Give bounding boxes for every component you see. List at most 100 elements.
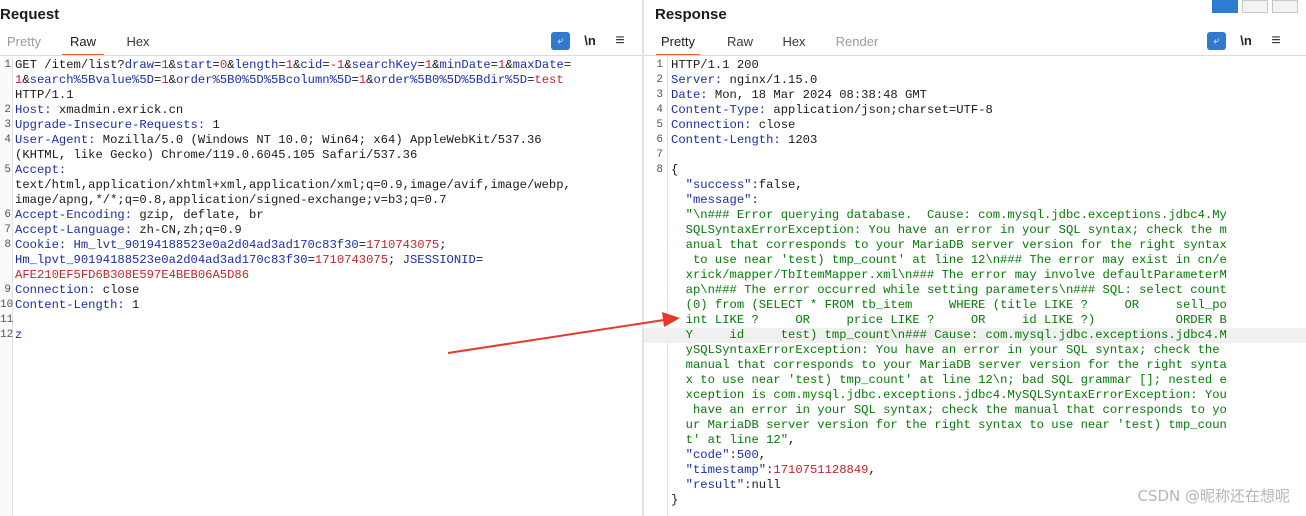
line-text: have an error in your SQL syntax; check …	[671, 403, 1227, 418]
tab-request-hex[interactable]: Hex	[120, 32, 156, 54]
code-token: Connection:	[15, 283, 103, 297]
wrap-lines-icon[interactable]: ⤶	[1207, 32, 1226, 50]
code-token: ap\n### The error occurred while setting…	[671, 283, 1227, 297]
tab-request-pretty[interactable]: Pretty	[4, 32, 44, 54]
code-token: Accept:	[15, 163, 67, 177]
code-token: =	[322, 58, 330, 72]
line-number: 4	[656, 104, 663, 116]
code-token: =	[278, 58, 286, 72]
code-token: &	[366, 73, 374, 87]
code-token: (KHTML, like Gecko) Chrome/119.0.6045.10…	[15, 148, 418, 162]
request-line: Hm_lpvt_90194188523e0a2d04ad3ad170c83f30…	[0, 253, 642, 268]
line-number: 12	[0, 329, 14, 341]
layout-split-icon[interactable]	[1212, 0, 1238, 13]
response-line: 3 Date: Mon, 18 Mar 2024 08:38:48 GMT	[644, 88, 1306, 103]
code-token: SQLSyntaxErrorException: You have an err…	[671, 223, 1227, 237]
request-line: 6 Accept-Encoding: gzip, deflate, br	[0, 208, 642, 223]
code-token: nginx/1.15.0	[729, 73, 818, 87]
code-token: Y id test) tmp_count\n### Cause: com.mys…	[671, 328, 1227, 342]
response-line: to use near 'test) tmp_count' at line 12…	[644, 253, 1306, 268]
code-token: Connection:	[671, 118, 759, 132]
response-line: "code":500,	[644, 448, 1306, 463]
tab-response-pretty[interactable]: Pretty	[656, 32, 700, 56]
response-menu-icon[interactable]: ≡	[1269, 32, 1283, 50]
line-text: Accept-Encoding: gzip, deflate, br	[15, 208, 264, 223]
code-token: xrick/mapper/TbItemMapper.xml\n### The e…	[671, 268, 1227, 282]
line-number: 7	[4, 224, 11, 236]
wrap-lines-icon[interactable]: ⤶	[551, 32, 570, 50]
code-token: Upgrade-Insecure-Requests:	[15, 118, 213, 132]
code-token: "success"	[671, 178, 752, 192]
line-text: {	[671, 163, 678, 178]
code-token: 1	[285, 58, 294, 72]
tab-response-hex[interactable]: Hex	[778, 32, 810, 54]
code-token: 1710743075	[314, 253, 389, 267]
response-line: SQLSyntaxErrorException: You have an err…	[644, 223, 1306, 238]
code-token: =	[475, 253, 484, 267]
response-line: 1 HTTP/1.1 200	[644, 58, 1306, 73]
code-token: AFE210EF5FD6B308E597E4BEB06A5D86	[15, 268, 250, 282]
code-token: "timestamp"	[671, 463, 767, 477]
line-number: 6	[4, 209, 11, 221]
request-lines: 1 GET /item/list?draw=1&start=0&length=1&…	[0, 58, 642, 343]
response-line: 7	[644, 148, 1306, 163]
line-text: z	[15, 328, 22, 343]
line-number: 5	[4, 164, 11, 176]
request-tabs: Pretty Raw Hex	[0, 32, 642, 56]
request-line: HTTP/1.1	[0, 88, 642, 103]
line-text: "code":500,	[671, 448, 767, 463]
line-text: }	[671, 493, 678, 508]
tab-response-raw[interactable]: Raw	[722, 32, 758, 54]
show-newlines-toggle[interactable]: \n	[1238, 32, 1254, 50]
code-token: ur MariaDB server version for the right …	[671, 418, 1227, 432]
code-token: HTTP/1.1 200	[671, 58, 759, 72]
request-editor[interactable]: 1 GET /item/list?draw=1&start=0&length=1&…	[0, 57, 642, 516]
line-number: 10	[0, 299, 14, 311]
response-line: (0) from (SELECT * FROM tb_item WHERE (t…	[644, 298, 1306, 313]
response-line: "success":false,	[644, 178, 1306, 193]
tab-request-raw[interactable]: Raw	[62, 32, 104, 56]
code-token: =	[351, 73, 359, 87]
code-token: &	[344, 58, 352, 72]
response-line: t' at line 12",	[644, 433, 1306, 448]
layout-horizontal-icon[interactable]	[1242, 0, 1268, 13]
line-text: "result":null	[671, 478, 781, 493]
code-token: &	[22, 73, 30, 87]
request-title: Request	[0, 6, 60, 23]
line-text: "message":	[671, 193, 759, 208]
code-token: Server:	[671, 73, 730, 87]
layout-toggle-group	[1212, 0, 1300, 14]
line-text: ap\n### The error occurred while setting…	[671, 283, 1227, 298]
line-number: 2	[656, 74, 663, 86]
code-token: ,	[758, 448, 767, 462]
code-token: &	[227, 58, 235, 72]
code-token: Cookie:	[15, 238, 74, 252]
code-token: 500	[736, 448, 759, 462]
layout-single-icon[interactable]	[1272, 0, 1298, 13]
line-text: 1&search%5Bvalue%5D=1&order%5B0%5D%5Bcol…	[15, 73, 564, 88]
tab-response-render[interactable]: Render	[832, 32, 882, 54]
request-line: 1&search%5Bvalue%5D=1&order%5B0%5D%5Bcol…	[0, 73, 642, 88]
line-text: to use near 'test) tmp_count' at line 12…	[671, 253, 1227, 268]
line-text: User-Agent: Mozilla/5.0 (Windows NT 10.0…	[15, 133, 542, 148]
response-line: "timestamp":1710751128849,	[644, 463, 1306, 478]
line-text: GET /item/list?draw=1&start=0&length=1&c…	[15, 58, 571, 73]
code-token: Content-Length:	[671, 133, 789, 147]
code-token: maxDate	[512, 58, 564, 72]
code-token: xmadmin.exrick.cn	[58, 103, 184, 117]
show-newlines-toggle[interactable]: \n	[582, 32, 598, 50]
request-line: 8 Cookie: Hm_lvt_90194188523e0a2d04ad3ad1…	[0, 238, 642, 253]
response-line: x to use near 'test) tmp_count' at line …	[644, 373, 1306, 388]
line-number: 1	[4, 59, 11, 71]
code-token: have an error in your SQL syntax; check …	[671, 403, 1227, 417]
response-lines: 1 HTTP/1.1 200 2 Server: nginx/1.15.0 3 Date:…	[644, 58, 1306, 508]
code-token: =	[358, 238, 367, 252]
code-token: z	[15, 328, 23, 342]
code-token: test	[534, 73, 564, 87]
response-editor[interactable]: 1 HTTP/1.1 200 2 Server: nginx/1.15.0 3 Date:…	[644, 57, 1306, 516]
response-line: xception is com.mysql.jdbc.exceptions.jd…	[644, 388, 1306, 403]
code-token: t' at line 12"	[671, 433, 789, 447]
request-menu-icon[interactable]: ≡	[613, 32, 627, 50]
response-panel: Response Pretty Raw Hex Render ⤶ \n ≡ 1H…	[644, 0, 1306, 516]
request-panel: Request Pretty Raw Hex ⤶ \n ≡ 1 GET /item…	[0, 0, 642, 516]
